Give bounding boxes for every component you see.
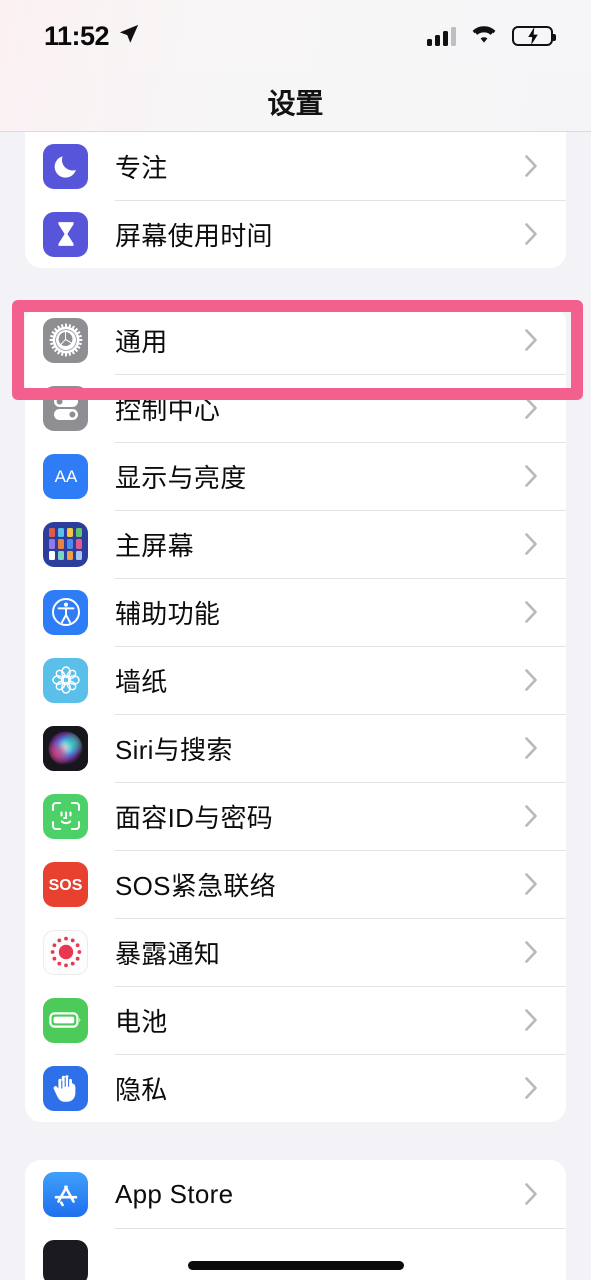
gear-icon bbox=[43, 317, 88, 363]
sos-icon: SOS bbox=[43, 861, 88, 907]
chevron-right-icon bbox=[525, 805, 538, 827]
settings-row-label: 暴露通知 bbox=[115, 938, 221, 969]
chevron-right-icon bbox=[525, 329, 538, 351]
chevron-right-icon bbox=[525, 1183, 538, 1205]
settings-row-home-screen[interactable]: 主屏幕 bbox=[25, 510, 566, 578]
status-bar-left: 11:52 bbox=[44, 21, 140, 52]
sos-icon-text: SOS bbox=[49, 877, 83, 894]
settings-row-control-center[interactable]: 控制中心 bbox=[25, 374, 566, 442]
chevron-right-icon bbox=[525, 873, 538, 895]
home-screen-grid-icon bbox=[43, 521, 88, 567]
svg-text:AA: AA bbox=[54, 467, 77, 486]
settings-row-label: 专注 bbox=[115, 152, 168, 183]
settings-row-label: 面容ID与密码 bbox=[115, 802, 274, 833]
settings-row-accessibility[interactable]: 辅助功能 bbox=[25, 578, 566, 646]
settings-row-label: 屏幕使用时间 bbox=[115, 220, 273, 251]
settings-row-label: 通用 bbox=[115, 326, 168, 357]
chevron-right-icon bbox=[525, 669, 538, 691]
settings-row-general[interactable]: 通用 bbox=[25, 306, 566, 374]
face-id-icon bbox=[43, 793, 88, 839]
wifi-icon bbox=[471, 24, 497, 49]
settings-row-exposure-notifications[interactable]: 暴露通知 bbox=[25, 918, 566, 986]
settings-row-label: 控制中心 bbox=[115, 394, 221, 425]
settings-row-label: 显示与亮度 bbox=[115, 462, 247, 493]
chevron-right-icon bbox=[525, 465, 538, 487]
settings-row-battery[interactable]: 电池 bbox=[25, 986, 566, 1054]
settings-row-emergency-sos[interactable]: SOS SOS紧急联络 bbox=[25, 850, 566, 918]
settings-list[interactable]: 专注 屏幕使用时间 通用 控制中心 AA 显示与亮度 主屏幕 辅助功能 墙纸 S… bbox=[0, 132, 591, 1280]
accessibility-icon bbox=[43, 589, 88, 635]
settings-row-face-id-passcode[interactable]: 面容ID与密码 bbox=[25, 782, 566, 850]
cellular-signal-icon bbox=[427, 26, 456, 46]
settings-row-label: 辅助功能 bbox=[115, 598, 221, 629]
moon-icon bbox=[43, 143, 88, 189]
settings-row-wallpaper[interactable]: 墙纸 bbox=[25, 646, 566, 714]
settings-row-focus[interactable]: 专注 bbox=[25, 132, 566, 200]
aa-text-icon: AA bbox=[43, 453, 88, 499]
settings-group-focus: 专注 屏幕使用时间 bbox=[25, 132, 566, 268]
chevron-right-icon bbox=[525, 223, 538, 245]
chevron-right-icon bbox=[525, 601, 538, 623]
wallpaper-flower-icon bbox=[43, 657, 88, 703]
control-center-icon bbox=[43, 385, 88, 431]
app-store-icon bbox=[43, 1171, 88, 1217]
settings-row-label: Siri与搜索 bbox=[115, 734, 233, 765]
navigation-bar: 设置 bbox=[0, 72, 591, 132]
chevron-right-icon bbox=[525, 1077, 538, 1099]
page-title: 设置 bbox=[267, 87, 324, 119]
status-bar: 11:52 bbox=[0, 0, 591, 72]
settings-row-screen-time[interactable]: 屏幕使用时间 bbox=[25, 200, 566, 268]
settings-row-wallet[interactable] bbox=[25, 1228, 566, 1280]
chevron-right-icon bbox=[525, 941, 538, 963]
settings-row-label: 隐私 bbox=[115, 1074, 168, 1105]
chevron-right-icon bbox=[525, 1009, 538, 1031]
settings-row-app-store[interactable]: App Store bbox=[25, 1160, 566, 1228]
status-bar-right bbox=[427, 24, 556, 49]
battery-charging-icon bbox=[512, 26, 556, 46]
chevron-right-icon bbox=[525, 397, 538, 419]
hourglass-icon bbox=[43, 211, 88, 257]
settings-group-general: 通用 控制中心 AA 显示与亮度 主屏幕 辅助功能 墙纸 Siri与搜索 面容I… bbox=[25, 306, 566, 1122]
settings-row-siri-search[interactable]: Siri与搜索 bbox=[25, 714, 566, 782]
privacy-hand-icon bbox=[43, 1065, 88, 1111]
settings-row-label: SOS紧急联络 bbox=[115, 870, 277, 901]
wallet-icon bbox=[43, 1239, 88, 1280]
home-indicator[interactable] bbox=[187, 1261, 404, 1270]
chevron-right-icon bbox=[525, 155, 538, 177]
chevron-right-icon bbox=[525, 737, 538, 759]
status-bar-clock: 11:52 bbox=[44, 20, 110, 51]
settings-row-label: 主屏幕 bbox=[115, 530, 194, 561]
settings-row-privacy[interactable]: 隐私 bbox=[25, 1054, 566, 1122]
siri-orb-icon bbox=[43, 725, 88, 771]
iphone-settings-screen: 11:52 设置 专注 屏幕使用时间 通用 控制中心 AA 显示与亮度 主屏幕 … bbox=[0, 0, 591, 1280]
settings-row-label: App Store bbox=[115, 1178, 234, 1209]
location-arrow-icon bbox=[118, 23, 140, 50]
settings-row-display-brightness[interactable]: AA 显示与亮度 bbox=[25, 442, 566, 510]
battery-icon bbox=[43, 997, 88, 1043]
settings-row-label: 墙纸 bbox=[115, 666, 168, 697]
exposure-notification-icon bbox=[43, 929, 88, 975]
chevron-right-icon bbox=[525, 533, 538, 555]
settings-row-label: 电池 bbox=[115, 1006, 168, 1037]
